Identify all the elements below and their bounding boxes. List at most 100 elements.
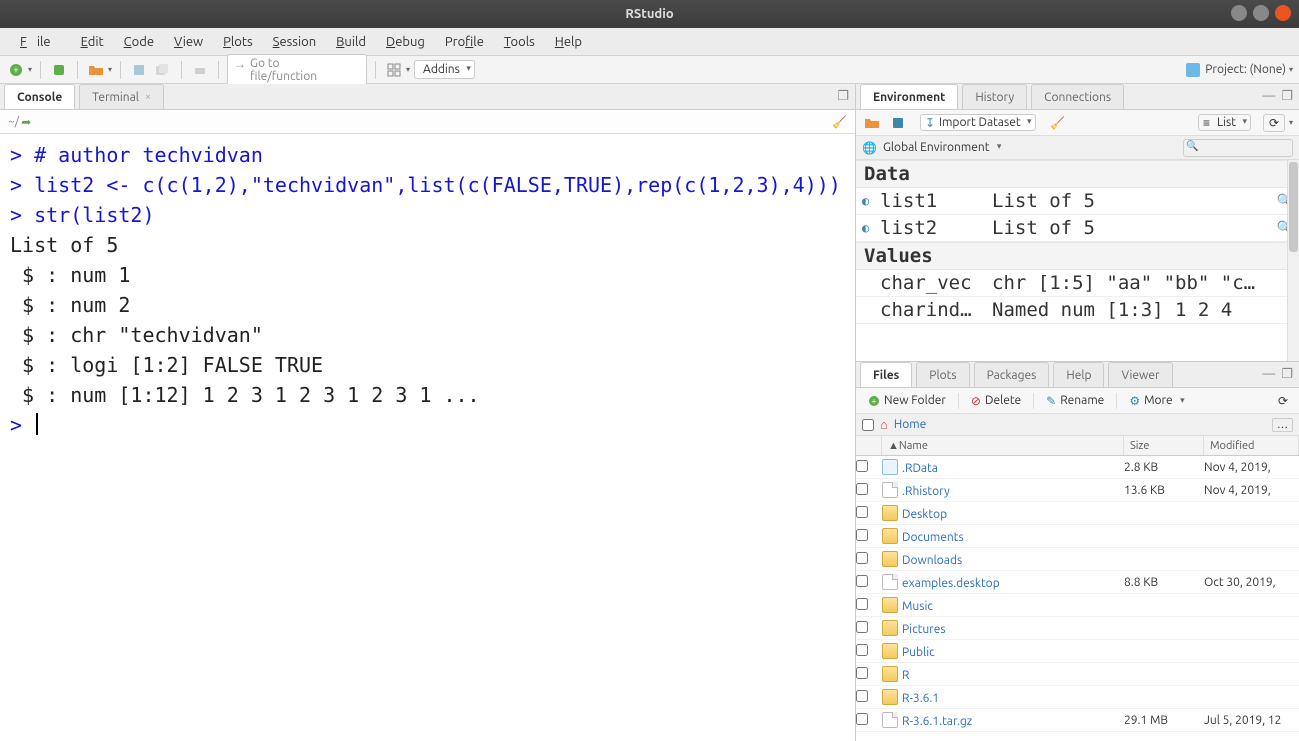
- file-row[interactable]: .Rhistory13.6 KBNov 4, 2019,: [856, 479, 1299, 502]
- tab-files[interactable]: Files: [860, 362, 912, 387]
- tab-help[interactable]: Help: [1053, 362, 1104, 387]
- file-checkbox[interactable]: [856, 483, 868, 495]
- save-all-button[interactable]: [153, 60, 173, 80]
- tab-history[interactable]: History: [962, 84, 1027, 109]
- breadcrumb-more-icon[interactable]: …: [1272, 418, 1293, 432]
- file-name[interactable]: examples.desktop: [902, 577, 1000, 590]
- file-name[interactable]: .RData: [902, 462, 938, 475]
- delete-button[interactable]: ⊘Delete: [965, 393, 1027, 409]
- project-dropdown-icon[interactable]: ▾: [1289, 65, 1293, 74]
- tab-connections[interactable]: Connections: [1031, 84, 1124, 109]
- file-name[interactable]: Documents: [902, 531, 964, 544]
- tab-plots[interactable]: Plots: [916, 362, 969, 387]
- file-row[interactable]: examples.desktop8.8 KBOct 30, 2019,: [856, 571, 1299, 594]
- window-maximize-button[interactable]: [1253, 5, 1269, 21]
- pane-minimize-icon[interactable]: —: [1262, 367, 1275, 382]
- window-minimize-button[interactable]: [1231, 5, 1247, 21]
- file-checkbox[interactable]: [856, 575, 868, 587]
- clear-console-icon[interactable]: 🧹: [832, 115, 847, 129]
- import-dataset-button[interactable]: Import Dataset: [920, 114, 1036, 131]
- file-name[interactable]: R-3.6.1.tar.gz: [902, 715, 972, 728]
- file-row[interactable]: Music: [856, 594, 1299, 617]
- pane-minimize-icon[interactable]: —: [1262, 89, 1275, 104]
- env-row[interactable]: ◐list1List of 5🔍: [856, 188, 1299, 215]
- menu-profile[interactable]: Profile: [435, 31, 494, 53]
- pane-maximize-icon[interactable]: ❐: [1281, 89, 1293, 104]
- file-row[interactable]: .RData2.8 KBNov 4, 2019,: [856, 456, 1299, 479]
- menu-session[interactable]: Session: [263, 31, 326, 53]
- file-name[interactable]: Music: [902, 600, 933, 613]
- pane-window-icon[interactable]: ❐: [837, 89, 849, 104]
- file-checkbox[interactable]: [856, 621, 868, 633]
- file-checkbox[interactable]: [856, 598, 868, 610]
- file-checkbox[interactable]: [856, 506, 868, 518]
- file-checkbox[interactable]: [856, 460, 868, 472]
- menu-help[interactable]: Help: [545, 31, 592, 53]
- env-row[interactable]: char_vecchr [1:5] "aa" "bb" "c…: [856, 270, 1299, 297]
- save-button[interactable]: [129, 60, 149, 80]
- menu-view[interactable]: View: [164, 31, 213, 53]
- file-row[interactable]: Public: [856, 640, 1299, 663]
- file-row[interactable]: R: [856, 663, 1299, 686]
- file-name[interactable]: Downloads: [902, 554, 962, 567]
- menu-tools[interactable]: Tools: [494, 31, 545, 53]
- col-name[interactable]: ▲ Name: [882, 436, 1124, 455]
- select-all-checkbox[interactable]: [862, 419, 874, 431]
- env-row[interactable]: charind…Named num [1:3] 1 2 4: [856, 297, 1299, 324]
- home-icon[interactable]: ⌂: [880, 417, 888, 432]
- menu-code[interactable]: Code: [114, 31, 164, 53]
- close-icon[interactable]: ×: [145, 91, 151, 103]
- tab-packages[interactable]: Packages: [974, 362, 1050, 387]
- menu-debug[interactable]: Debug: [376, 31, 435, 53]
- refresh-env-icon[interactable]: ⟳: [1263, 114, 1285, 132]
- more-button[interactable]: ⚙More: [1123, 393, 1186, 409]
- breadcrumb-home[interactable]: Home: [894, 418, 926, 431]
- file-row[interactable]: R-3.6.1.tar.gz29.1 MBJul 5, 2019, 12: [856, 709, 1299, 732]
- new-project-button[interactable]: [49, 60, 69, 80]
- file-name[interactable]: Public: [902, 646, 935, 659]
- file-checkbox[interactable]: [856, 713, 868, 725]
- file-checkbox[interactable]: [856, 529, 868, 541]
- tab-console[interactable]: Console: [4, 84, 75, 109]
- expand-icon[interactable]: ◐: [862, 194, 876, 208]
- new-folder-button[interactable]: +New Folder: [862, 393, 952, 408]
- file-checkbox[interactable]: [856, 552, 868, 564]
- tab-environment[interactable]: Environment: [860, 84, 958, 109]
- menu-plots[interactable]: Plots: [213, 31, 263, 53]
- grid-view-button[interactable]: [384, 60, 404, 80]
- file-name[interactable]: .Rhistory: [902, 485, 950, 498]
- menu-edit[interactable]: Edit: [71, 31, 114, 53]
- pane-maximize-icon[interactable]: ❐: [1281, 367, 1293, 382]
- load-workspace-icon[interactable]: [862, 113, 882, 133]
- goto-file-function-input[interactable]: Go to file/function: [227, 54, 367, 86]
- print-button[interactable]: [190, 60, 210, 80]
- col-size[interactable]: Size: [1124, 436, 1204, 455]
- file-row[interactable]: Documents: [856, 525, 1299, 548]
- goto-workdir-icon[interactable]: ➦: [21, 115, 31, 129]
- open-file-button[interactable]: [86, 60, 106, 80]
- menu-build[interactable]: Build: [326, 31, 376, 53]
- env-search-input[interactable]: [1183, 139, 1293, 157]
- file-name[interactable]: Pictures: [902, 623, 946, 636]
- file-name[interactable]: Desktop: [902, 508, 947, 521]
- rename-button[interactable]: ✎Rename: [1040, 393, 1110, 409]
- file-name[interactable]: R: [902, 669, 910, 682]
- file-checkbox[interactable]: [856, 644, 868, 656]
- file-name[interactable]: R-3.6.1: [902, 692, 939, 705]
- addins-button[interactable]: Addins: [414, 60, 475, 79]
- env-list-button[interactable]: List: [1198, 114, 1251, 131]
- env-scrollbar[interactable]: [1287, 160, 1299, 361]
- project-label[interactable]: Project: (None): [1205, 63, 1286, 76]
- expand-icon[interactable]: ◐: [862, 221, 876, 235]
- file-row[interactable]: Pictures: [856, 617, 1299, 640]
- col-modified[interactable]: Modified: [1204, 436, 1299, 455]
- files-list[interactable]: .RData2.8 KBNov 4, 2019,.Rhistory13.6 KB…: [856, 456, 1299, 741]
- clear-workspace-icon[interactable]: 🧹: [1048, 113, 1068, 133]
- window-close-button[interactable]: [1275, 5, 1291, 21]
- file-row[interactable]: Downloads: [856, 548, 1299, 571]
- console-output[interactable]: > # author techvidvan > list2 <- c(c(1,2…: [0, 134, 855, 741]
- file-checkbox[interactable]: [856, 690, 868, 702]
- env-list[interactable]: Data◐list1List of 5🔍◐list2List of 5🔍Valu…: [856, 160, 1299, 361]
- file-row[interactable]: Desktop: [856, 502, 1299, 525]
- scope-dropdown[interactable]: Global Environment: [883, 141, 1002, 154]
